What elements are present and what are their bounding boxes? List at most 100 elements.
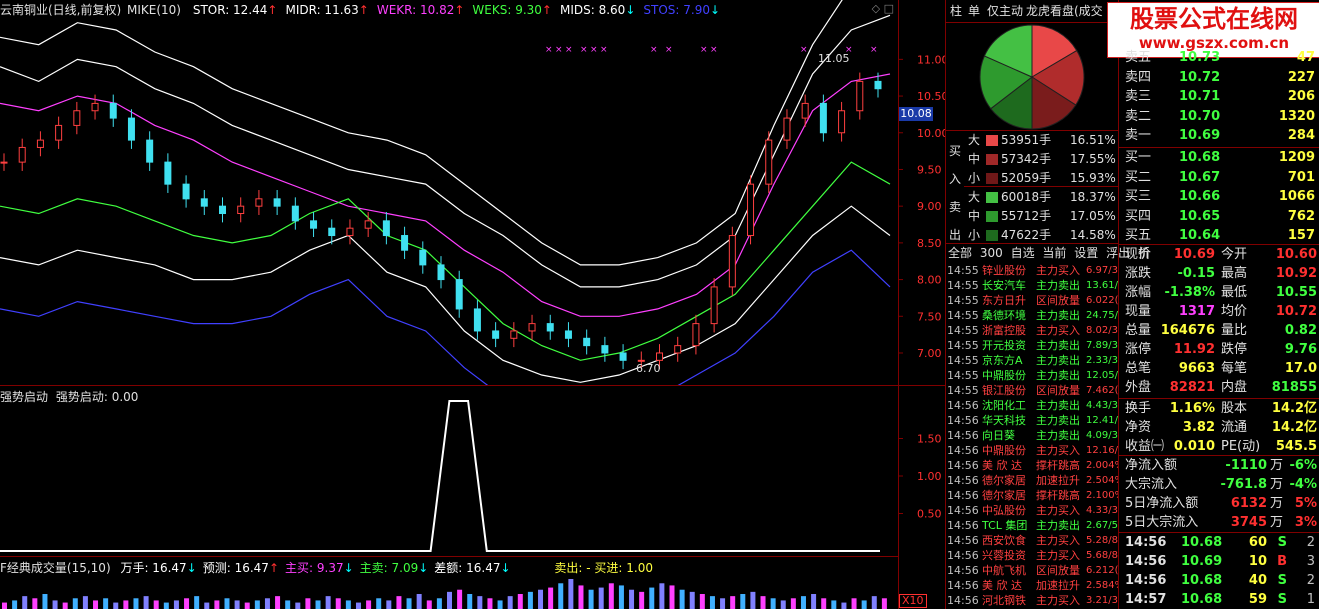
- volume-bar: [527, 591, 533, 609]
- volume-bar: [214, 600, 220, 609]
- radar-tab-current[interactable]: 当前: [1042, 246, 1066, 260]
- candle-body: [728, 235, 736, 288]
- quote-value: 82821: [1169, 380, 1215, 395]
- volume-bar: [396, 596, 402, 609]
- radar-row[interactable]: 14:56 中鼎股份 主力买入 12.16/: [946, 443, 1118, 458]
- radar-stock: 德尔家居: [982, 474, 1026, 487]
- tick-time: 14:56: [1125, 554, 1167, 569]
- tick-side: S: [1277, 535, 1287, 550]
- radar-row[interactable]: 14:56 中航飞机 区间放量 6.212(: [946, 563, 1118, 578]
- radar-row[interactable]: 14:55 东方日升 区间放量 6.022(: [946, 293, 1118, 308]
- flow-pct: 16.51%: [1070, 133, 1116, 147]
- radar-tab-self[interactable]: 自选: [1011, 246, 1035, 260]
- fund-row: 净流入额 -1110 万 -6%: [1119, 456, 1319, 475]
- radar-action: 主力卖出: [1036, 369, 1080, 382]
- order-book-row: 卖三 10.71 206: [1119, 87, 1319, 106]
- radar-row[interactable]: 14:56美 欣 达 加速拉升 2.584%: [946, 578, 1118, 593]
- tick-price: 10.69: [1181, 554, 1223, 569]
- candle-body: [528, 323, 536, 332]
- candle-body: [692, 323, 700, 347]
- candle-body: [219, 205, 226, 215]
- candle-body: [601, 345, 609, 354]
- tab-bar-chart[interactable]: 柱: [950, 2, 962, 20]
- volume-bar: [497, 600, 503, 609]
- book-price: 10.72: [1179, 69, 1221, 85]
- radar-row[interactable]: 14:56 沈阳化工 主力卖出 4.43/3: [946, 398, 1118, 413]
- tab-single[interactable]: 单: [968, 2, 980, 20]
- axis-label: 1.00: [917, 470, 942, 483]
- radar-row[interactable]: 14:55 锌业股份 主力买入 6.97/3: [946, 263, 1118, 278]
- radar-value: 12.05/: [1086, 370, 1118, 381]
- kline-chart[interactable]: 11.056.70× × × × × × × × × × × × ×: [0, 0, 898, 385]
- candle-body: [492, 330, 500, 339]
- radar-action: 区间放量: [1036, 384, 1080, 397]
- axis-label: 7.00: [917, 347, 942, 360]
- signal-mark: ×: [565, 45, 573, 55]
- radar-value: 2.67/5: [1086, 520, 1118, 531]
- fund-unit: 万: [1269, 496, 1283, 511]
- book-volume: 284: [1287, 128, 1315, 143]
- book-price: 10.64: [1179, 228, 1221, 243]
- tick-row: 14:56 10.69 10 B 3: [1119, 552, 1319, 571]
- quote-label: 最低: [1221, 285, 1248, 300]
- radar-row[interactable]: 14:56 兴蓉投资 主力买入 5.68/8: [946, 548, 1118, 563]
- fund-pct: 3%: [1294, 515, 1317, 530]
- quote-label: 收益㈠: [1125, 439, 1165, 454]
- quote-value: 10.69: [1173, 247, 1215, 262]
- volume-bar: [345, 600, 351, 609]
- radar-row[interactable]: 14:55 开元投资 主力卖出 7.89/3: [946, 338, 1118, 353]
- radar-row[interactable]: 14:56 西安饮食 主力买入 5.28/8: [946, 533, 1118, 548]
- quote-row: 净资 3.82 流通 14.2亿: [1119, 418, 1319, 437]
- quote-label: 股本: [1221, 401, 1248, 416]
- radar-tab-300[interactable]: 300: [980, 246, 1003, 260]
- volume-bar: [821, 598, 827, 609]
- tab-active-only[interactable]: 仅主动: [987, 2, 1023, 20]
- quote-label: 涨跌: [1125, 266, 1152, 281]
- radar-time: 14:55: [947, 294, 979, 307]
- radar-row[interactable]: 14:56 向日葵 主力卖出 4.09/3: [946, 428, 1118, 443]
- candle-body: [856, 80, 864, 112]
- radar-action: 区间放量: [1036, 294, 1080, 307]
- radar-row[interactable]: 14:55 浙富控股 主力买入 8.02/3: [946, 323, 1118, 338]
- tick-row: 14:56 10.68 60 S 2: [1119, 533, 1319, 552]
- sell-side-label: 卖 出: [949, 200, 962, 242]
- radar-row[interactable]: 14:56德尔家居加速拉升 2.504%: [946, 473, 1118, 488]
- radar-row[interactable]: 14:55 中鼎股份 主力卖出 12.05/: [946, 368, 1118, 383]
- candle-body: [109, 102, 117, 119]
- radar-value: 2.004%: [1086, 460, 1118, 471]
- indicator-chart[interactable]: [0, 386, 898, 556]
- volume-chart[interactable]: [0, 557, 898, 609]
- radar-row[interactable]: 14:56美 欣 达 撑杆跳高 2.004%: [946, 458, 1118, 473]
- radar-row[interactable]: 14:56德尔家居撑杆跳高 2.100%: [946, 488, 1118, 503]
- volume-bar: [770, 598, 776, 609]
- quote-label: 涨幅: [1125, 285, 1152, 300]
- volume-bar: [720, 598, 726, 609]
- radar-row[interactable]: 14:56 TCL 集团 主力卖出 2.67/5: [946, 518, 1118, 533]
- indicator-panel[interactable]: 强势启动 强势启动: 0.00: [0, 386, 898, 556]
- main-chart-panel[interactable]: 云南铜业(日线,前复权) MIKE(10) STOR: 12.44↑ MIDR: …: [0, 0, 898, 385]
- fund-label: 5日大宗流入: [1125, 515, 1199, 530]
- capital-flow-pie: [979, 24, 1085, 130]
- radar-tab-settings[interactable]: 设置: [1074, 246, 1098, 260]
- radar-value: 2.504%: [1086, 475, 1118, 486]
- radar-time: 14:56: [947, 594, 979, 607]
- radar-row[interactable]: 14:55 桑德环境 主力卖出 24.75/: [946, 308, 1118, 323]
- radar-row[interactable]: 14:56 中弘股份 主力买入 4.33/3: [946, 503, 1118, 518]
- radar-row[interactable]: 14:56 华天科技 主力卖出 12.41/: [946, 413, 1118, 428]
- flow-row: 小 52059手 15.93%: [966, 169, 1118, 188]
- fund-label: 大宗流入: [1125, 477, 1178, 492]
- radar-row[interactable]: 14:55 京东方A 主力卖出 2.33/3: [946, 353, 1118, 368]
- radar-list[interactable]: 14:55 锌业股份 主力买入 6.97/3 14:55 长安汽车 主力卖出 13.61/14…: [946, 263, 1118, 609]
- radar-action: 主力买入: [1036, 504, 1080, 517]
- order-book-row: 买三 10.66 1066: [1119, 187, 1319, 206]
- flow-row: 大 53951手 16.51%: [966, 131, 1118, 150]
- radar-row[interactable]: 14:55 银江股份 区间放量 7.462(: [946, 383, 1118, 398]
- radar-tab-all[interactable]: 全部: [948, 246, 972, 260]
- tab-dragon-tiger[interactable]: 龙虎看盘(成交: [1026, 2, 1103, 20]
- quote-row: 涨停 11.92 跌停 9.76: [1119, 340, 1319, 359]
- radar-row[interactable]: 14:55 长安汽车 主力卖出 13.61/: [946, 278, 1118, 293]
- fund-row: 5日净流入额 6132 万 5%: [1119, 494, 1319, 513]
- radar-row[interactable]: 14:56 河北钢铁 主力买入 3.21/3: [946, 593, 1118, 608]
- volume-panel[interactable]: F经典成交量(15,10) 万手: 16.47↓ 预测: 16.47↑ 主买: 9.…: [0, 557, 898, 609]
- radar-time: 14:56: [947, 444, 979, 457]
